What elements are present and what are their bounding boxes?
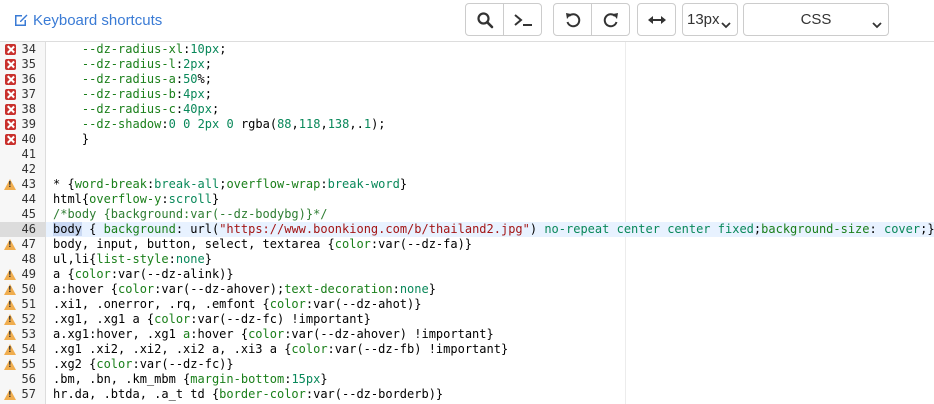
warning-icon[interactable] — [4, 239, 16, 250]
code-text: } — [53, 132, 90, 146]
warning-icon[interactable] — [4, 299, 16, 310]
arrows-horizontal-icon — [647, 14, 666, 26]
terminal-icon — [513, 12, 533, 28]
console-button[interactable] — [503, 3, 542, 36]
code-text: --dz-radius-xl:10px; — [81, 42, 227, 56]
code-text: --dz-radius-c:40px; — [81, 102, 220, 116]
code-line[interactable]: 39 --dz-shadow:0 0 2px 0 rgba(88,118,138… — [0, 117, 934, 132]
undo-icon — [564, 11, 582, 29]
code-line[interactable]: 34 --dz-radius-xl:10px; — [0, 42, 934, 57]
code-text: body { background: url("https://www.boon… — [53, 222, 934, 236]
keyboard-shortcuts-label: Keyboard shortcuts — [33, 11, 163, 29]
line-number: 46 — [0, 222, 46, 237]
code-text: --dz-radius-b:4px; — [81, 87, 212, 101]
error-icon[interactable] — [5, 74, 16, 85]
warning-icon[interactable] — [4, 329, 16, 340]
code-text: body, input, button, select, textarea {c… — [53, 237, 473, 251]
chevron-down-icon — [872, 16, 882, 33]
wrap-toggle-button[interactable] — [637, 3, 676, 36]
code-text: .bm, .bn, .km_mbm {margin-bottom:15px} — [53, 372, 328, 386]
line-number: 44 — [21, 192, 36, 206]
error-icon[interactable] — [5, 89, 16, 100]
code-line[interactable]: 46 body { background: url("https://www.bo… — [0, 222, 934, 237]
code-text: --dz-radius-a:50%; — [81, 72, 212, 86]
code-line[interactable]: 55.xg2 {color:var(--dz-fc)} — [0, 357, 934, 372]
code-line[interactable]: 49a {color:var(--dz-alink)} — [0, 267, 934, 282]
edit-icon — [13, 12, 29, 28]
code-line[interactable]: 48 ul,li{list-style:none} — [0, 252, 934, 267]
language-value: CSS — [800, 11, 832, 28]
code-text: a:hover {color:var(--dz-ahover);text-dec… — [53, 282, 436, 296]
code-text: ul,li{list-style:none} — [53, 252, 212, 266]
code-text: a {color:var(--dz-alink)} — [53, 267, 234, 281]
warning-icon[interactable] — [4, 344, 16, 355]
line-number: 42 — [21, 162, 36, 176]
error-icon[interactable] — [5, 134, 16, 145]
language-select[interactable]: CSS — [743, 3, 889, 36]
error-icon[interactable] — [5, 104, 16, 115]
warning-icon[interactable] — [4, 389, 16, 400]
code-line[interactable]: 43* {word-break:break-all;overflow-wrap:… — [0, 177, 934, 192]
code-line[interactable]: 36 --dz-radius-a:50%; — [0, 72, 934, 87]
code-text: a.xg1:hover, .xg1 a:hover {color:var(--d… — [53, 327, 494, 341]
code-line[interactable]: 38 --dz-radius-c:40px; — [0, 102, 934, 117]
redo-button[interactable] — [591, 3, 630, 36]
code-text: .xg1 .xi2, .xi2, .xi2 a, .xi3 a {color:v… — [53, 342, 509, 356]
error-icon[interactable] — [5, 119, 16, 130]
code-line[interactable]: 41 — [0, 147, 934, 162]
code-text: * {word-break:break-all;overflow-wrap:br… — [53, 177, 408, 191]
line-number: 48 — [21, 252, 36, 266]
line-number: 45 — [21, 207, 36, 221]
code-line[interactable]: 45 /*body {background:var(--dz-bodybg)}*/ — [0, 207, 934, 222]
search-icon — [476, 11, 494, 29]
code-text: .xg2 {color:var(--dz-fc)} — [53, 357, 234, 371]
code-line[interactable]: 50a:hover {color:var(--dz-ahover);text-d… — [0, 282, 934, 297]
code-text: html{overflow-y:scroll} — [53, 192, 220, 206]
code-editor[interactable]: 34 --dz-radius-xl:10px; 35 --dz-radius-l:… — [0, 42, 934, 404]
warning-icon[interactable] — [4, 179, 16, 190]
code-line[interactable]: 54.xg1 .xi2, .xi2, .xi2 a, .xi3 a {color… — [0, 342, 934, 357]
redo-icon — [602, 11, 620, 29]
code-text: --dz-radius-l:2px; — [81, 57, 212, 71]
chevron-down-icon — [721, 16, 731, 33]
undo-button[interactable] — [553, 3, 592, 36]
warning-icon[interactable] — [4, 269, 16, 280]
code-line[interactable]: 44 html{overflow-y:scroll} — [0, 192, 934, 207]
code-line[interactable]: 56 .bm, .bn, .km_mbm {margin-bottom:15px} — [0, 372, 934, 387]
code-line[interactable]: 51.xi1, .onerror, .rq, .emfont {color:va… — [0, 297, 934, 312]
code-line[interactable]: 37 --dz-radius-b:4px; — [0, 87, 934, 102]
warning-icon[interactable] — [4, 359, 16, 370]
font-size-select[interactable]: 13px — [682, 3, 738, 36]
error-icon[interactable] — [5, 44, 16, 55]
error-icon[interactable] — [5, 59, 16, 70]
warning-icon[interactable] — [4, 284, 16, 295]
code-line[interactable]: 53a.xg1:hover, .xg1 a:hover {color:var(-… — [0, 327, 934, 342]
warning-icon[interactable] — [4, 314, 16, 325]
search-button[interactable] — [465, 3, 504, 36]
code-line[interactable]: 57hr.da, .btda, .a_t td {border-color:va… — [0, 387, 934, 402]
code-text: /*body {background:var(--dz-bodybg)}*/ — [53, 207, 328, 221]
code-text: .xg1, .xg1 a {color:var(--dz-fc) !import… — [53, 312, 371, 326]
code-line[interactable]: 35 --dz-radius-l:2px; — [0, 57, 934, 72]
line-number: 41 — [21, 147, 36, 161]
code-text: --dz-shadow:0 0 2px 0 rgba(88,118,138,.1… — [81, 117, 386, 131]
keyboard-shortcuts-link[interactable]: Keyboard shortcuts — [13, 10, 162, 30]
code-line[interactable]: 40 } — [0, 132, 934, 147]
font-size-value: 13px — [687, 11, 720, 28]
code-line[interactable]: 42 — [0, 162, 934, 177]
code-text: .xi1, .onerror, .rq, .emfont {color:var(… — [53, 297, 422, 311]
code-text: hr.da, .btda, .a_t td {border-color:var(… — [53, 387, 444, 401]
line-number: 56 — [21, 372, 36, 386]
code-line[interactable]: 47body, input, button, select, textarea … — [0, 237, 934, 252]
toolbar: Keyboard shortcuts 13px CSS — [0, 0, 934, 42]
code-line[interactable]: 52.xg1, .xg1 a {color:var(--dz-fc) !impo… — [0, 312, 934, 327]
